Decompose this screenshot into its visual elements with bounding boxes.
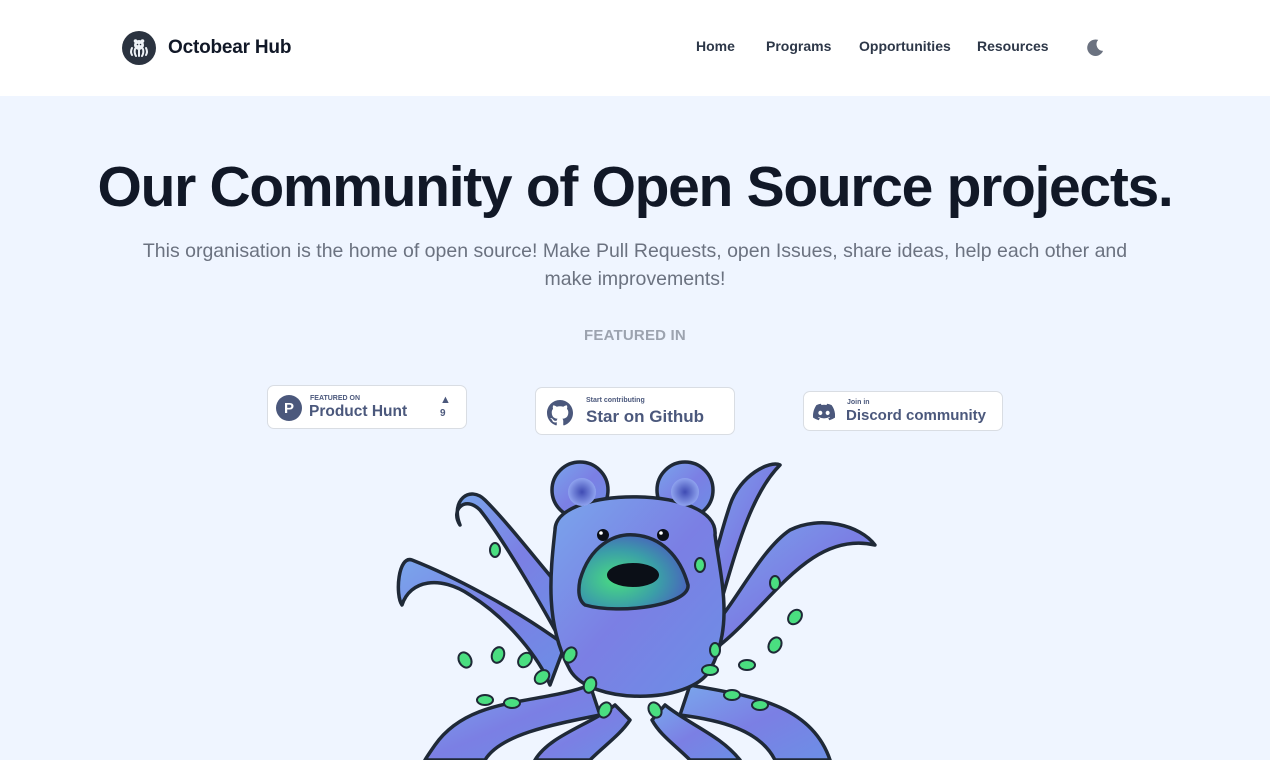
upvote-count: 9 — [440, 408, 446, 419]
badge-main-label: Product Hunt — [309, 403, 408, 420]
upvote-arrow-icon: ▲ — [440, 394, 451, 406]
badge-main-label: Discord community — [846, 407, 987, 424]
hero-subtitle: This organisation is the home of open so… — [142, 240, 1128, 290]
badge-small-label: Start contributing — [586, 397, 645, 404]
site-header: Octobear Hub Home Programs Opportunities… — [0, 0, 1270, 96]
badge-main-label: Star on Github — [586, 407, 705, 426]
moon-icon — [1087, 39, 1104, 56]
featured-in-label: FEATURED IN — [584, 327, 686, 344]
product-hunt-icon: P — [276, 395, 302, 421]
main-nav: Home Programs Opportunities Resources — [0, 38, 1270, 58]
nav-link-opportunities[interactable]: Opportunities — [859, 38, 951, 54]
nav-link-home[interactable]: Home — [696, 38, 735, 54]
product-hunt-badge[interactable]: P FEATURED ON Product Hunt ▲ 9 — [267, 385, 467, 429]
hero-title: Our Community of Open Source projects. — [97, 155, 1174, 219]
theme-toggle-button[interactable] — [1083, 36, 1107, 60]
github-star-badge[interactable]: Start contributing Star on Github — [535, 387, 735, 435]
nav-link-resources[interactable]: Resources — [977, 38, 1049, 54]
octobear-mascot-image — [396, 460, 877, 760]
github-icon — [547, 400, 573, 426]
badge-small-label: FEATURED ON — [310, 395, 361, 402]
discord-badge[interactable]: Join in Discord community — [803, 391, 1003, 431]
badge-small-label: Join in — [847, 399, 870, 406]
discord-icon — [813, 403, 835, 421]
nav-link-programs[interactable]: Programs — [766, 38, 831, 54]
